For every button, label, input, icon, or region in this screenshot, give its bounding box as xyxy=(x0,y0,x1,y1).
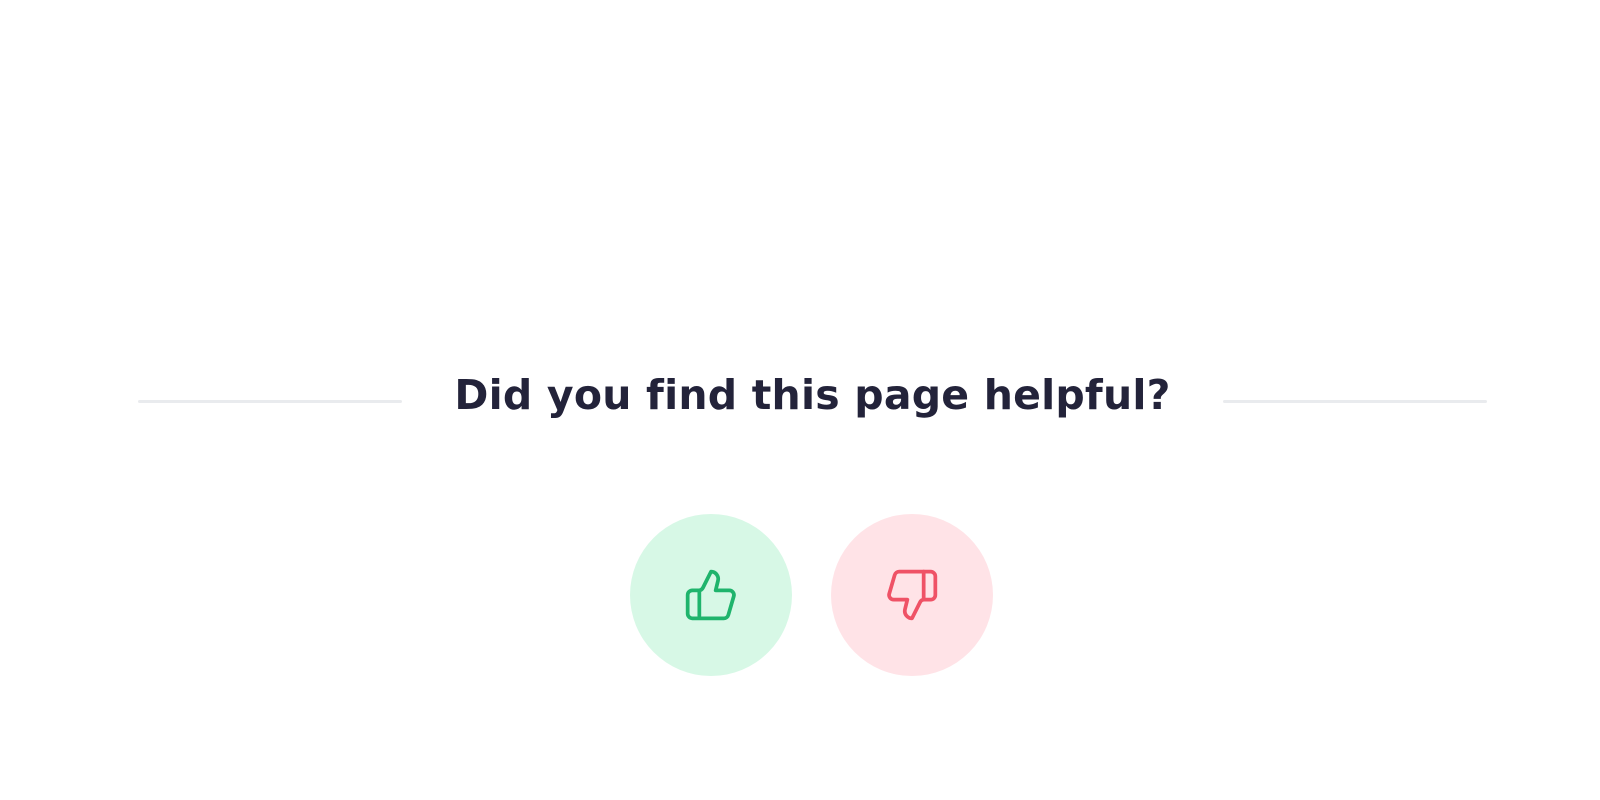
left-divider xyxy=(138,400,402,403)
thumbs-down-button[interactable] xyxy=(831,514,993,676)
thumbs-up-icon xyxy=(685,569,736,621)
feedback-page: Did you find this page helpful? xyxy=(0,0,1600,800)
right-divider xyxy=(1223,400,1487,403)
feedback-header: Did you find this page helpful? xyxy=(0,370,1600,420)
thumbs-down-icon xyxy=(887,569,938,621)
feedback-question: Did you find this page helpful? xyxy=(454,371,1171,419)
thumbs-up-button[interactable] xyxy=(630,514,792,676)
